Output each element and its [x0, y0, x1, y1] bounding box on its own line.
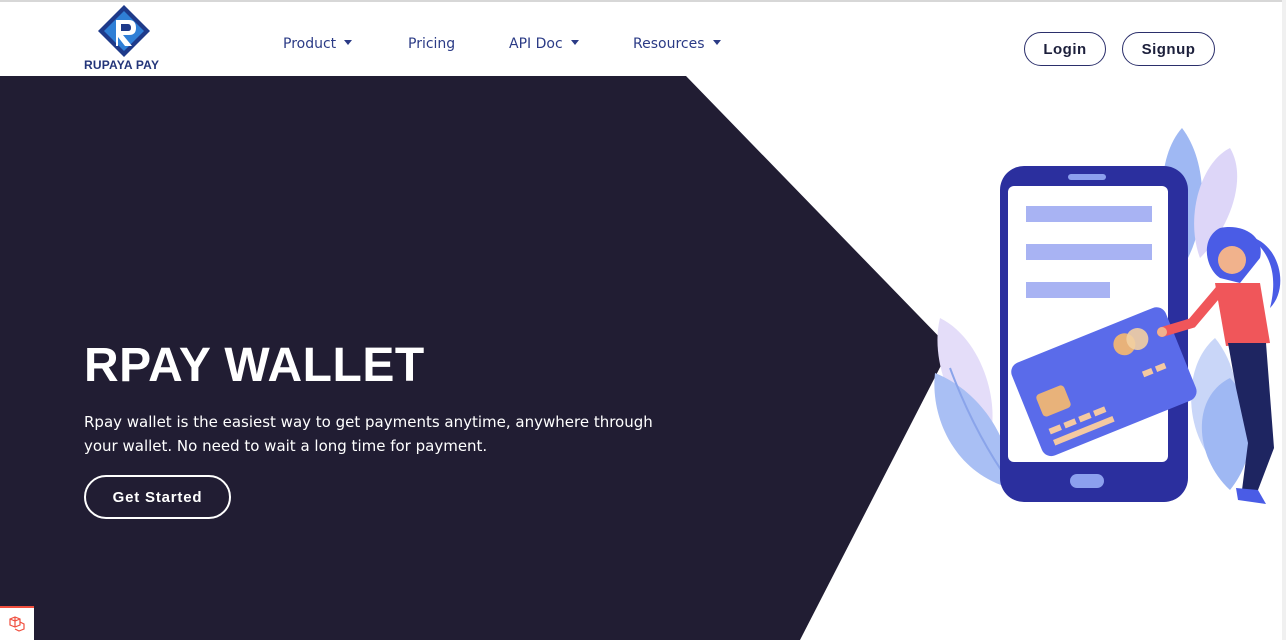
wallet-illustration [934, 128, 1281, 504]
nav-api-doc-label: API Doc [509, 36, 563, 52]
nav-api-doc[interactable]: API Doc [509, 36, 579, 52]
login-button[interactable]: Login [1024, 32, 1106, 66]
hero-description: Rpay wallet is the easiest way to get pa… [84, 413, 653, 455]
brand-name: RUPAYA PAY [84, 58, 160, 72]
nav-product-label: Product [283, 36, 337, 52]
site-header: RUPAYA PAY Product Pricing API Doc Resou… [0, 2, 1286, 76]
laravel-logo-icon [9, 616, 25, 632]
nav-resources[interactable]: Resources [633, 36, 721, 52]
laravel-icon[interactable] [0, 606, 34, 640]
nav-pricing[interactable]: Pricing [408, 36, 455, 52]
nav-resources-label: Resources [633, 36, 705, 52]
brand-logo[interactable]: RUPAYA PAY [84, 4, 174, 74]
caret-down-icon [344, 40, 353, 45]
signup-button[interactable]: Signup [1122, 32, 1215, 66]
hero-title: RPAY WALLET [84, 339, 425, 392]
rupaya-logo-icon [98, 5, 150, 57]
nav-product[interactable]: Product [283, 36, 353, 52]
caret-down-icon [712, 40, 721, 45]
caret-down-icon [570, 40, 579, 45]
nav-pricing-label: Pricing [408, 36, 456, 52]
get-started-button[interactable]: Get Started [84, 475, 231, 519]
page-scrollbar[interactable] [1282, 0, 1286, 640]
